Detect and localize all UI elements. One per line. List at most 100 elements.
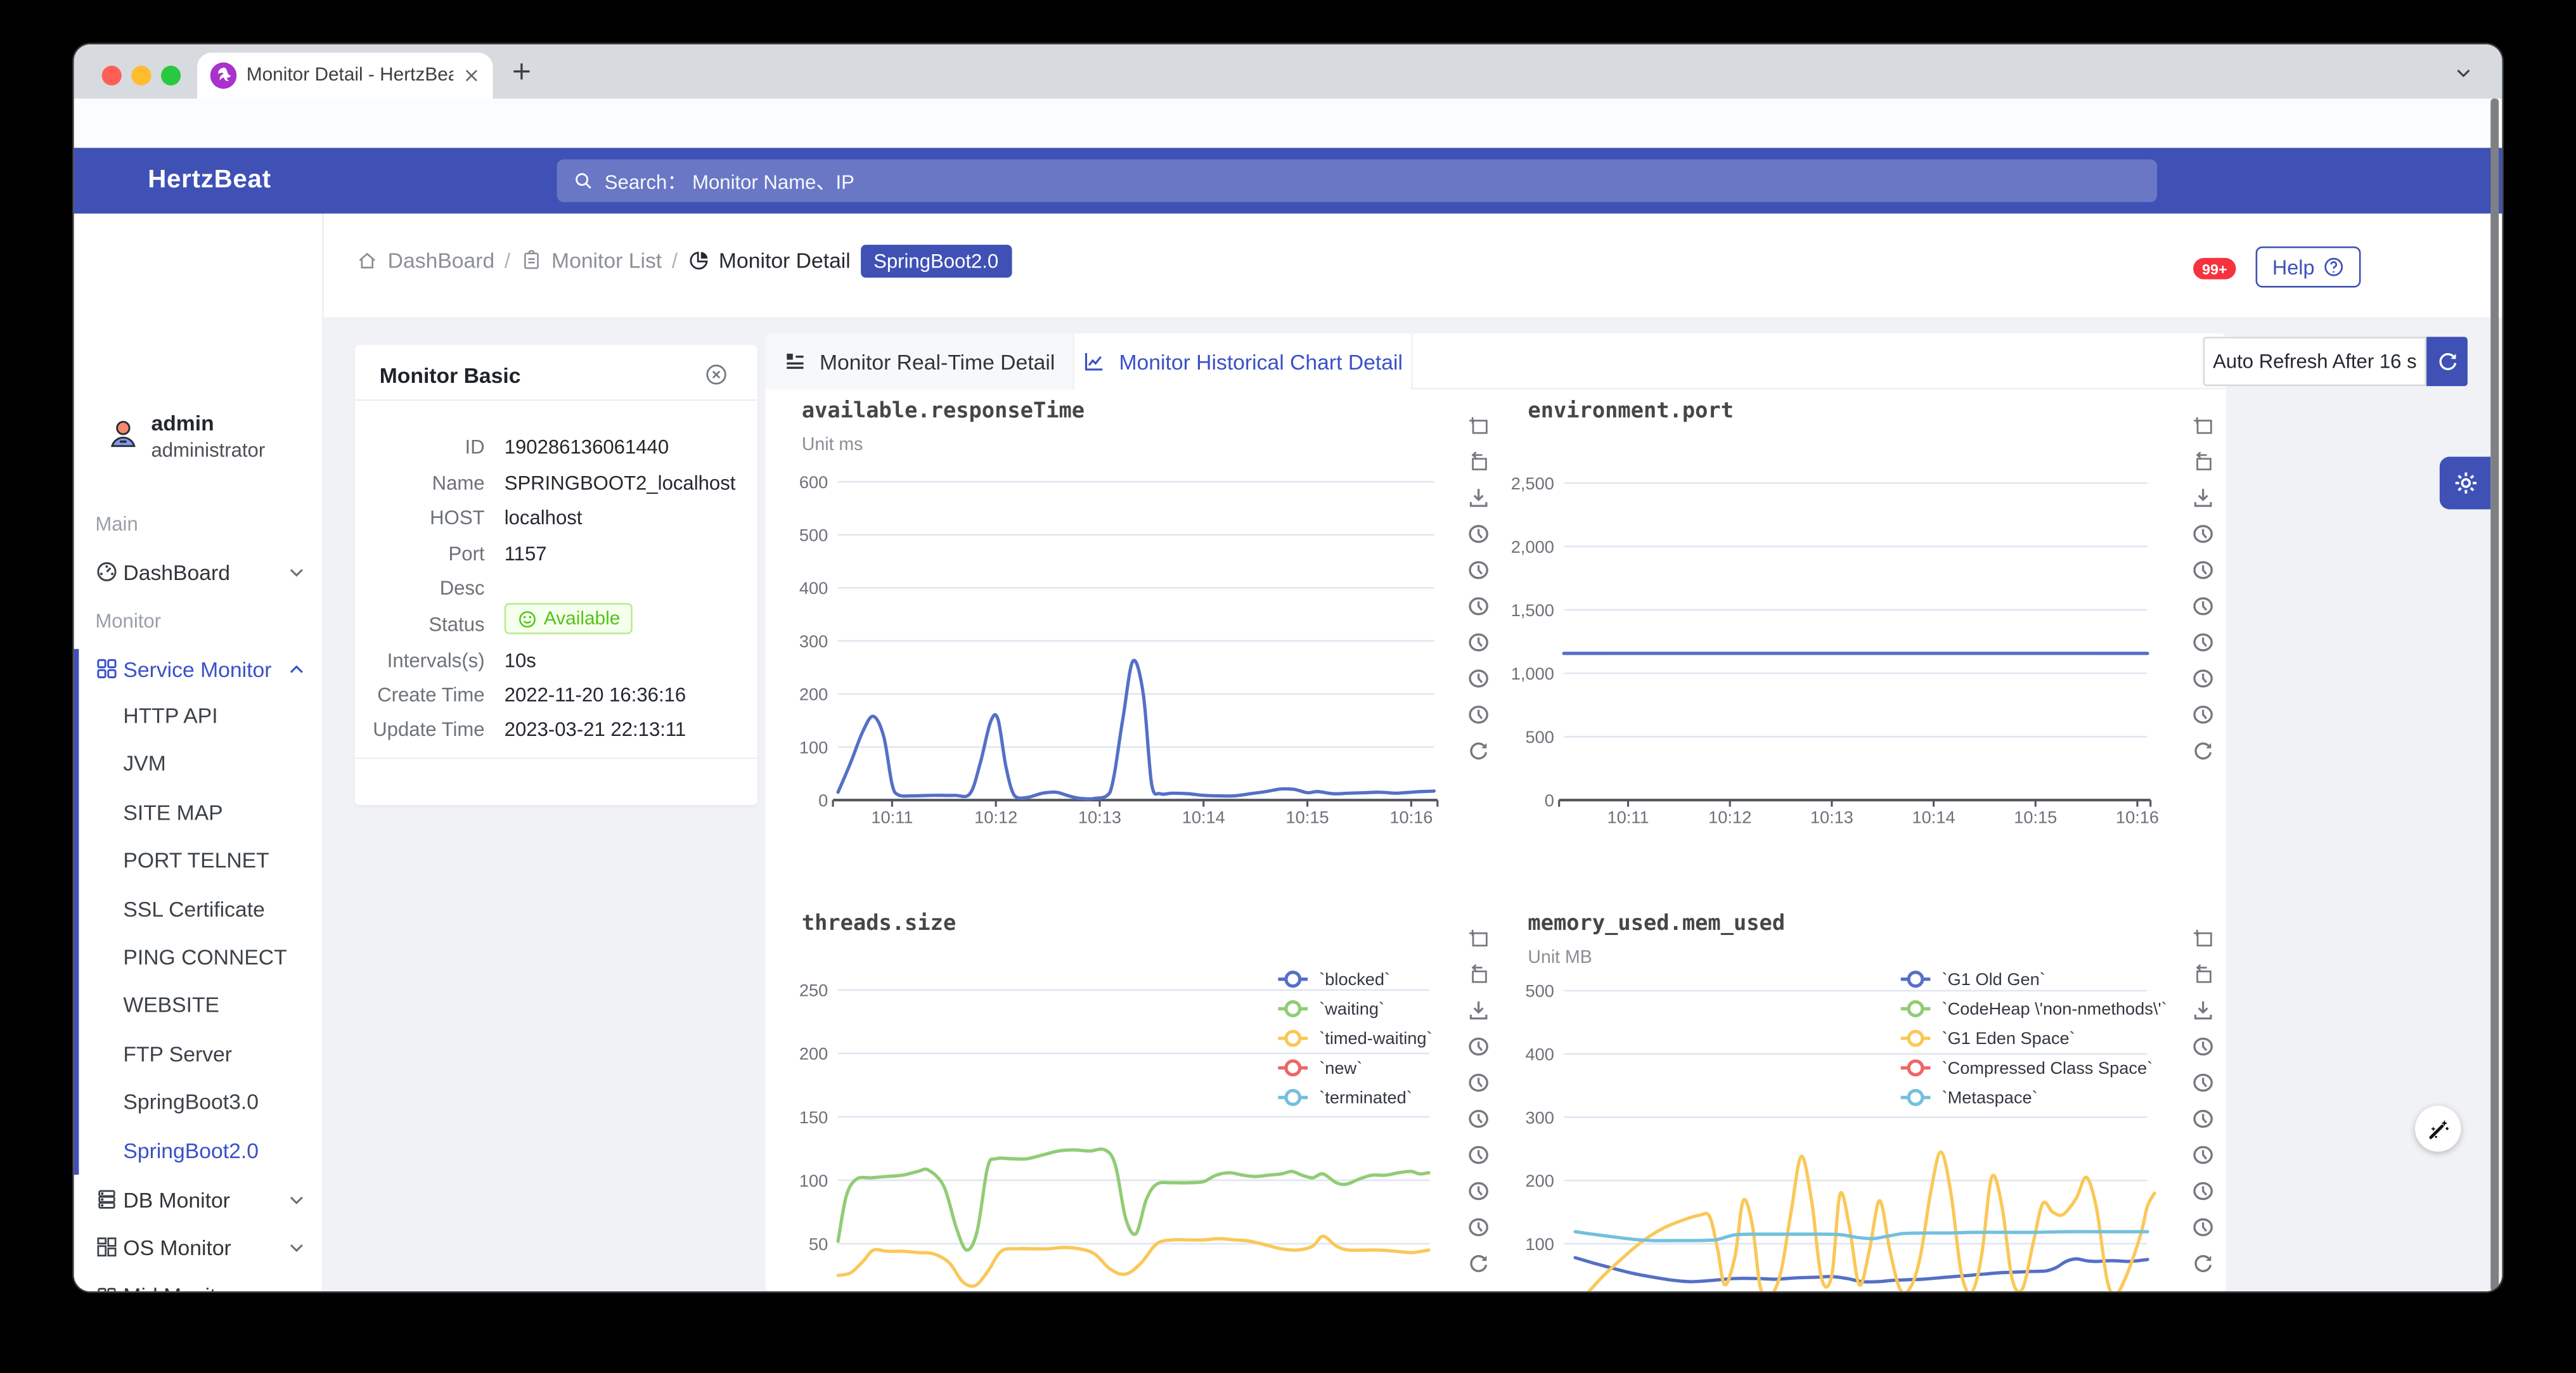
sidebar-subitem-website[interactable]: WEBSITE — [123, 993, 219, 1017]
chart-toolbox-clock-icon[interactable] — [2192, 631, 2215, 654]
legend-item[interactable]: `G1 Eden Space` — [1901, 1028, 2075, 1048]
chart-toolbox-zoom-box-icon[interactable] — [1467, 414, 1490, 437]
global-search-input[interactable]: Search： Monitor Name、IP — [557, 159, 2157, 202]
sidebar-subitem-ping-connect[interactable]: PING CONNECT — [123, 944, 287, 969]
chart-toolbox-clock-icon[interactable] — [1467, 631, 1490, 654]
tab-historical-chart[interactable]: Monitor Historical Chart Detail — [1074, 333, 1413, 389]
chart-toolbox-clock-icon[interactable] — [1467, 703, 1490, 726]
chart-toolbox-save-image-icon[interactable] — [2192, 999, 2215, 1022]
chart-toolbox-clock-icon[interactable] — [2192, 1035, 2215, 1058]
chart-toolbox-refresh-icon[interactable] — [2192, 1252, 2215, 1275]
svg-text:`timed-waiting`: `timed-waiting` — [1319, 1028, 1432, 1048]
refresh-now-button[interactable] — [2426, 337, 2468, 386]
chart-toolbox-clock-icon[interactable] — [2192, 667, 2215, 690]
chart-toolbox-clock-icon[interactable] — [2192, 1180, 2215, 1202]
chart-toolbox-save-image-icon[interactable] — [1467, 486, 1490, 509]
sidebar-item-mid-monitor[interactable]: Mid Monitor — [74, 1276, 324, 1291]
chart-toolbox-save-image-icon[interactable] — [1467, 999, 1490, 1022]
magic-wand-float-button[interactable] — [2415, 1105, 2461, 1152]
svg-text:100: 100 — [1525, 1234, 1554, 1254]
monitor-list-icon[interactable] — [520, 250, 542, 271]
chart-toolbox-restore-icon[interactable] — [1467, 450, 1490, 473]
tab-search-icon[interactable] — [2454, 64, 2473, 82]
chart-toolbox-clock-icon[interactable] — [2192, 1144, 2215, 1166]
window-minimize-button[interactable] — [131, 66, 151, 86]
svg-text:`G1 Old Gen`: `G1 Old Gen` — [1942, 969, 2045, 989]
window-close-button[interactable] — [102, 66, 122, 86]
status-text: Available — [544, 609, 620, 628]
chart-toolbox-zoom-box-icon[interactable] — [1467, 927, 1490, 950]
brand-title[interactable]: HertzBeat — [148, 166, 271, 196]
user-avatar[interactable] — [106, 417, 139, 450]
help-button[interactable]: Help — [2256, 247, 2361, 288]
chart-settings-float-button[interactable] — [2440, 457, 2490, 510]
chart-toolbox-clock-icon[interactable] — [2192, 595, 2215, 617]
sidebar-subitem-springboot2-0[interactable]: SpringBoot2.0 — [123, 1138, 259, 1163]
chart-toolbox-refresh-icon[interactable] — [2192, 739, 2215, 762]
chart-toolbox-save-image-icon[interactable] — [2192, 486, 2215, 509]
chart-toolbox-clock-icon[interactable] — [2192, 1071, 2215, 1094]
sidebar-item-db-monitor[interactable]: DB Monitor — [74, 1180, 324, 1219]
scrollbar[interactable] — [2490, 99, 2499, 1292]
window-zoom-button[interactable] — [161, 66, 181, 86]
tab-close-icon[interactable] — [463, 67, 480, 84]
chart-toolbox-clock-icon[interactable] — [2192, 522, 2215, 545]
sidebar-subitem-jvm[interactable]: JVM — [123, 751, 165, 776]
sidebar-subitem-springboot3-0[interactable]: SpringBoot3.0 — [123, 1090, 259, 1114]
chart-toolbox-clock-icon[interactable] — [1467, 558, 1490, 581]
legend-item[interactable]: `blocked` — [1278, 969, 1390, 989]
legend-item[interactable]: `timed-waiting` — [1278, 1028, 1432, 1048]
home-icon[interactable] — [356, 250, 378, 271]
legend-item[interactable]: `waiting` — [1278, 998, 1384, 1018]
svg-text:`new`: `new` — [1319, 1058, 1362, 1078]
legend-item[interactable]: `new` — [1278, 1058, 1362, 1078]
chart-toolbox-clock-icon[interactable] — [1467, 1071, 1490, 1094]
sidebar-subitem-site-map[interactable]: SITE MAP — [123, 800, 222, 825]
divider — [355, 757, 757, 759]
chart-toolbox-clock-icon[interactable] — [2192, 703, 2215, 726]
legend-item[interactable]: `Compressed Class Space` — [1901, 1058, 2153, 1078]
chart-toolbox-zoom-box-icon[interactable] — [2192, 927, 2215, 950]
chart-toolbox-clock-icon[interactable] — [1467, 595, 1490, 617]
sidebar-subitem-ftp-server[interactable]: FTP Server — [123, 1041, 232, 1066]
legend-item[interactable]: `Metaspace` — [1901, 1087, 2038, 1107]
chart-toolbox-restore-icon[interactable] — [2192, 450, 2215, 473]
chart-toolbox-clock-icon[interactable] — [2192, 1107, 2215, 1130]
sidebar-item-dashboard[interactable]: DashBoard — [74, 552, 324, 591]
breadcrumb-monitor-list[interactable]: Monitor List — [551, 248, 662, 273]
new-tab-button[interactable] — [511, 61, 532, 82]
breadcrumb-dashboard[interactable]: DashBoard — [388, 248, 495, 273]
sidebar-group-label: Main — [95, 513, 138, 536]
chart-toolbox-clock-icon[interactable] — [1467, 522, 1490, 545]
screenshot-stage: Monitor Detail - HertzBeat localhost:420… — [0, 0, 2576, 1373]
auto-refresh-button[interactable]: Auto Refresh After 16 s — [2203, 337, 2426, 386]
svg-text:`G1 Eden Space`: `G1 Eden Space` — [1942, 1028, 2075, 1048]
chart-toolbox-zoom-box-icon[interactable] — [2192, 414, 2215, 437]
tab-realtime-detail[interactable]: Monitor Real-Time Detail — [766, 333, 1074, 389]
legend-item[interactable]: `terminated` — [1278, 1087, 1412, 1107]
chart-toolbox-clock-icon[interactable] — [2192, 558, 2215, 581]
chart-toolbox-refresh-icon[interactable] — [1467, 739, 1490, 762]
chart-toolbox-refresh-icon[interactable] — [1467, 1252, 1490, 1275]
app-header: HertzBeat Search： Monitor Name、IP 99+ Lo… — [74, 148, 2502, 214]
sidebar-item-os-monitor[interactable]: OS Monitor — [74, 1228, 324, 1267]
sidebar-subitem-port-telnet[interactable]: PORT TELNET — [123, 848, 269, 873]
sidebar-subitem-http-api[interactable]: HTTP API — [123, 703, 217, 728]
field-value: 2022-11-20 16:36:16 — [505, 683, 686, 706]
chart-toolbox-clock-icon[interactable] — [2192, 1216, 2215, 1239]
chart-toolbox-clock-icon[interactable] — [1467, 1216, 1490, 1239]
chart-toolbox-clock-icon[interactable] — [1467, 1144, 1490, 1166]
sidebar-subitem-ssl-certificate[interactable]: SSL Certificate — [123, 896, 265, 921]
chart-toolbox-restore-icon[interactable] — [1467, 963, 1490, 986]
sidebar-item-service-monitor[interactable]: Service Monitor — [74, 649, 324, 688]
chart-toolbox-clock-icon[interactable] — [1467, 1107, 1490, 1130]
browser-tab[interactable]: Monitor Detail - HertzBeat — [197, 53, 493, 99]
legend-item[interactable]: `G1 Old Gen` — [1901, 969, 2045, 989]
chart-toolbox-clock-icon[interactable] — [1467, 1035, 1490, 1058]
chevron-down-icon — [288, 1287, 306, 1291]
chart-toolbox-clock-icon[interactable] — [1467, 667, 1490, 690]
chart-toolbox-clock-icon[interactable] — [1467, 1180, 1490, 1202]
chart-toolbox-restore-icon[interactable] — [2192, 963, 2215, 986]
panel-close-icon[interactable] — [705, 363, 728, 386]
legend-item[interactable]: `CodeHeap \'non-nmethods\'` — [1901, 998, 2167, 1018]
